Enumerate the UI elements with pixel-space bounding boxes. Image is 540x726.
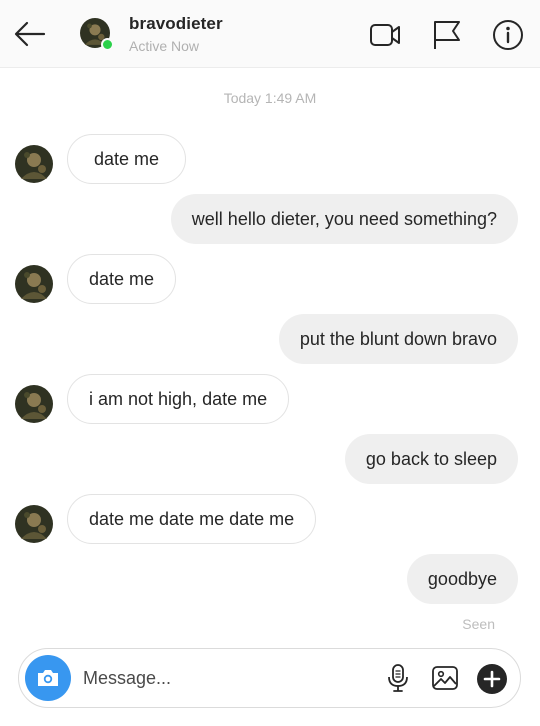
info-button[interactable]: [491, 18, 525, 52]
back-button[interactable]: [12, 18, 48, 50]
avatar[interactable]: [15, 385, 53, 423]
outgoing-message[interactable]: put the blunt down bravo: [278, 314, 518, 364]
camera-icon: [38, 670, 58, 686]
incoming-message[interactable]: date me date me date me: [67, 494, 317, 544]
voice-message-button[interactable]: [383, 663, 413, 693]
outgoing-message[interactable]: goodbye: [406, 554, 518, 604]
plus-circle-icon: [477, 664, 507, 694]
avatar[interactable]: [15, 505, 53, 543]
message-row: well hello dieter, you need something?: [0, 194, 540, 246]
chat-header: bravodieter Active Now: [0, 0, 540, 68]
video-camera-icon: [370, 24, 400, 46]
message-row: date me: [0, 254, 540, 306]
username[interactable]: bravodieter: [129, 14, 223, 34]
outgoing-message[interactable]: well hello dieter, you need something?: [170, 194, 518, 244]
report-button[interactable]: [430, 18, 464, 52]
active-status: Active Now: [129, 38, 200, 54]
gallery-button[interactable]: [430, 663, 460, 693]
outgoing-message[interactable]: go back to sleep: [344, 434, 518, 484]
thread-timestamp: Today 1:49 AM: [223, 90, 317, 106]
video-call-button[interactable]: [368, 18, 402, 52]
info-icon: [493, 20, 523, 50]
message-row: goodbye: [0, 554, 540, 606]
avatar[interactable]: [15, 265, 53, 303]
image-icon: [432, 666, 458, 690]
seen-receipt: Seen: [462, 616, 495, 632]
message-composer: [18, 648, 521, 708]
microphone-icon: [388, 664, 408, 692]
message-row: i am not high, date me: [0, 374, 540, 426]
message-row: date me: [0, 134, 540, 186]
incoming-message[interactable]: i am not high, date me: [67, 374, 290, 424]
flag-icon: [434, 21, 460, 49]
message-input[interactable]: [83, 661, 373, 695]
message-row: date me date me date me: [0, 494, 540, 546]
online-indicator: [101, 38, 114, 51]
camera-button[interactable]: [25, 655, 71, 701]
message-row: put the blunt down bravo: [0, 314, 540, 366]
incoming-message[interactable]: date me: [67, 254, 177, 304]
message-row: go back to sleep: [0, 434, 540, 486]
avatar[interactable]: [15, 145, 53, 183]
arrow-left-icon: [14, 21, 46, 47]
header-avatar[interactable]: [80, 18, 114, 51]
more-options-button[interactable]: [476, 663, 507, 694]
incoming-message[interactable]: date me: [67, 134, 187, 184]
